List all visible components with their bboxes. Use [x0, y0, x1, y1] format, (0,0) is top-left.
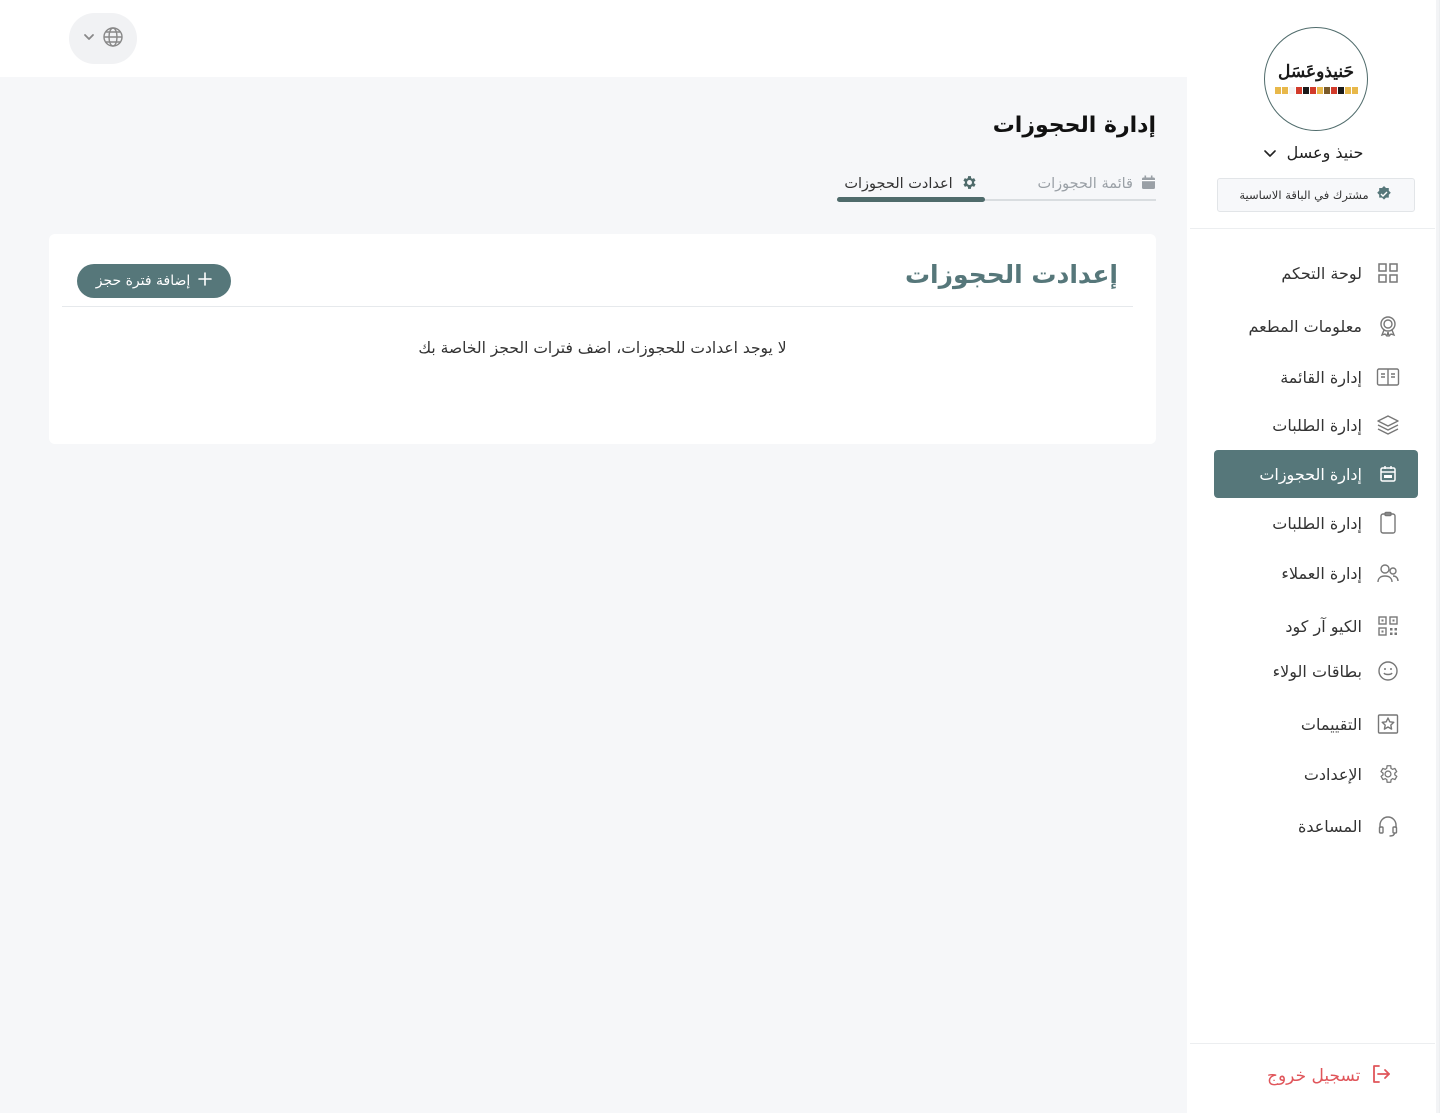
sidebar-item-label: الإعدادت — [1303, 764, 1362, 784]
add-booking-period-button[interactable]: إضافة فترة حجز — [77, 264, 231, 298]
sidebar-item-label: المساعدة — [1297, 816, 1362, 836]
brand-name: حنيذ وعسل — [1286, 142, 1364, 162]
calendar-icon — [1376, 462, 1400, 486]
logo-stripe-swatch — [1337, 87, 1344, 94]
sidebar-item-customers[interactable]: إدارة العملاء — [1214, 549, 1418, 597]
gear-icon — [961, 174, 978, 195]
headset-icon — [1376, 814, 1400, 838]
smiley-icon — [1376, 659, 1400, 683]
calendar-icon — [1141, 175, 1156, 194]
add-button-label: إضافة فترة حجز — [95, 273, 191, 289]
sidebar-item-label: إدارة الطلبات — [1272, 415, 1362, 435]
card-title: إعدادت الحجوزات — [904, 260, 1118, 289]
booking-settings-card: إعدادت الحجوزات إضافة فترة حجز لا يوجد ا… — [49, 234, 1156, 444]
logo-stripe-swatch — [1344, 87, 1351, 94]
tab-bookings-settings[interactable]: اعدادت الحجوزات — [837, 167, 985, 201]
gear-icon — [1376, 762, 1400, 786]
globe-icon — [102, 26, 124, 52]
sidebar-item-label: إدارة الحجوزات — [1259, 464, 1362, 484]
sidebar-item-label: معلومات المطعم — [1248, 316, 1362, 336]
logo-stripe-swatch — [1309, 87, 1316, 94]
sidebar-item-restaurant-info[interactable]: معلومات المطعم — [1214, 302, 1418, 350]
logo-stripe-swatch — [1323, 87, 1330, 94]
plan-badge: مشترك في الباقة الاساسية — [1217, 178, 1415, 212]
sidebar-item-loyalty-cards[interactable]: بطاقات الولاء — [1214, 647, 1418, 695]
top-bar — [0, 0, 1187, 77]
active-tab-indicator — [837, 197, 985, 202]
sidebar-item-qr-code[interactable]: الكيو آر كود — [1214, 602, 1418, 650]
sidebar-item-requests[interactable]: إدارة الطلبات — [1214, 499, 1418, 547]
star-icon — [1376, 712, 1400, 736]
sidebar-item-label: لوحة التحكم — [1281, 263, 1362, 283]
sidebar-item-label: الكيو آر كود — [1285, 616, 1362, 636]
logo-stripe-swatch — [1274, 87, 1281, 94]
chevron-down-icon — [82, 29, 96, 48]
sidebar-item-menu[interactable]: إدارة القائمة — [1214, 353, 1418, 401]
language-switcher[interactable] — [69, 13, 137, 64]
logo-wordmark: حَنيذوعَسَل — [1277, 62, 1355, 82]
sidebar-item-dashboard[interactable]: لوحة التحكم — [1214, 249, 1418, 297]
card-divider — [62, 306, 1133, 307]
sidebar-edge — [1436, 0, 1439, 1113]
qr-code-icon — [1376, 614, 1400, 638]
sidebar-item-help[interactable]: المساعدة — [1214, 802, 1418, 850]
sidebar-item-label: بطاقات الولاء — [1272, 661, 1362, 681]
sidebar-item-bookings[interactable]: إدارة الحجوزات — [1214, 450, 1418, 498]
logo-stripe — [1274, 87, 1358, 94]
menu-book-icon — [1376, 365, 1400, 389]
main-content: إدارة الحجوزات قائمة الحجوزات اعدادت الح… — [0, 77, 1187, 1113]
layers-icon — [1376, 413, 1400, 437]
users-icon — [1376, 561, 1400, 585]
logout-label: تسجيل خروج — [1267, 1066, 1361, 1086]
sidebar-item-reviews[interactable]: التقييمات — [1214, 700, 1418, 748]
tab-label: قائمة الحجوزات — [1037, 176, 1134, 192]
brand-selector[interactable]: حنيذ وعسل — [1187, 140, 1439, 164]
clipboard-icon — [1376, 511, 1400, 535]
sidebar: حَنيذوعَسَل حنيذ وعسل مشترك في الباقة ال… — [1187, 0, 1440, 1113]
sidebar-divider — [1190, 228, 1435, 229]
logout-icon — [1370, 1063, 1392, 1089]
chevron-down-icon — [1263, 145, 1277, 159]
logo-stripe-swatch — [1295, 87, 1302, 94]
app-root: إدارة الحجوزات قائمة الحجوزات اعدادت الح… — [0, 0, 1440, 1113]
sidebar-item-settings[interactable]: الإعدادت — [1214, 750, 1418, 798]
tabs: قائمة الحجوزات اعدادت الحجوزات — [837, 167, 1157, 202]
sidebar-item-label: إدارة الطلبات — [1272, 513, 1362, 533]
dashboard-grid-icon — [1376, 261, 1400, 285]
plan-badge-label: مشترك في الباقة الاساسية — [1239, 188, 1369, 202]
sidebar-item-label: إدارة القائمة — [1280, 367, 1362, 387]
sidebar-item-label: التقييمات — [1300, 714, 1362, 734]
logo-stripe-swatch — [1281, 87, 1288, 94]
logo-stripe-swatch — [1351, 87, 1358, 94]
sidebar-item-label: إدارة العملاء — [1281, 563, 1362, 583]
logo-stripe-swatch — [1288, 87, 1295, 94]
logo-stripe-swatch — [1302, 87, 1309, 94]
brand-logo: حَنيذوعَسَل — [1264, 27, 1368, 131]
plus-icon — [198, 272, 213, 290]
page-title: إدارة الحجوزات — [992, 113, 1156, 138]
logout-button[interactable]: تسجيل خروج — [1267, 1062, 1392, 1090]
sidebar-bottom-divider — [1190, 1043, 1435, 1044]
restaurant-badge-icon — [1376, 314, 1400, 338]
verified-badge-icon — [1375, 185, 1393, 206]
sidebar-item-orders[interactable]: إدارة الطلبات — [1214, 401, 1418, 449]
logo-stripe-swatch — [1330, 87, 1337, 94]
tab-label: اعدادت الحجوزات — [844, 176, 953, 192]
tab-bookings-list[interactable]: قائمة الحجوزات — [1038, 167, 1157, 201]
empty-state-message: لا يوجد اعدادت للحجوزات، اضف فترات الحجز… — [418, 339, 787, 357]
logo-stripe-swatch — [1316, 87, 1323, 94]
